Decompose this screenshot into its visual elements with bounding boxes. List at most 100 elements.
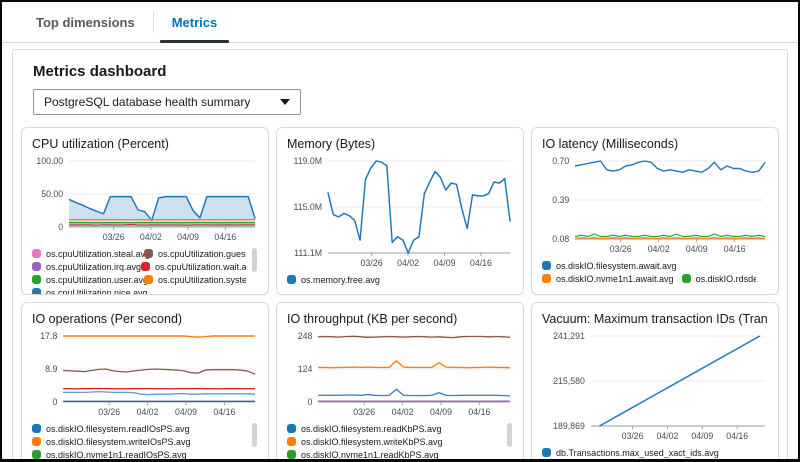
legend-item[interactable]: os.diskIO.filesystem.readKbPS.avg	[287, 424, 442, 434]
legend-color-chip	[287, 424, 296, 433]
svg-text:8.9: 8.9	[45, 364, 57, 374]
legend-item[interactable]: os.diskIO.filesystem.await.avg	[542, 261, 677, 271]
legend-row: os.diskIO.filesystem.readIOsPS.avg	[32, 422, 246, 435]
legend-item-label: os.diskIO.filesystem.readKbPS.avg	[301, 424, 442, 434]
chart-title: IO operations (Per second)	[32, 312, 258, 326]
chart-plot: 17.88.9003/2604/0204/0904/16	[32, 330, 258, 420]
svg-text:04/16: 04/16	[726, 431, 748, 441]
chart-title: IO latency (Milliseconds)	[542, 137, 768, 151]
legend-item-label: os.diskIO.nvme1n1.readIOsPS.avg	[46, 450, 187, 460]
svg-text:0.39: 0.39	[552, 195, 569, 205]
legend-item-label: os.diskIO.filesystem.writeKbPS.avg	[301, 437, 443, 447]
app-window: Top dimensions Metrics Metrics dashboard…	[0, 0, 800, 462]
chart-plot: 241,291215,580189,86903/2604/0204/0904/1…	[542, 330, 768, 444]
legend-row: os.diskIO.nvme1n1.readKbPS.avg	[287, 448, 501, 461]
svg-text:04/02: 04/02	[140, 232, 162, 242]
legend-item[interactable]: os.cpuUtilization.system.avg	[144, 275, 246, 285]
chart-card: IO operations (Per second)17.88.9003/260…	[21, 302, 269, 462]
svg-text:04/16: 04/16	[213, 407, 235, 417]
svg-text:17.8: 17.8	[40, 331, 57, 341]
legend-item-label: os.cpuUtilization.system.avg	[158, 275, 246, 285]
legend-item[interactable]: os.diskIO.filesystem.writeIOsPS.avg	[32, 437, 191, 447]
svg-text:189,869: 189,869	[553, 421, 585, 431]
dashboard-select[interactable]: PostgreSQL database health summary	[33, 89, 301, 115]
svg-text:04/16: 04/16	[724, 244, 746, 254]
legend-item[interactable]: db.Transactions.max_used_xact_ids.avg	[542, 448, 719, 458]
legend-item[interactable]: os.cpuUtilization.guest.avg	[144, 249, 246, 259]
svg-text:04/02: 04/02	[137, 407, 159, 417]
chart-card: Vacuum: Maximum transaction IDs (Transac…	[531, 302, 779, 462]
svg-text:04/02: 04/02	[392, 407, 414, 417]
svg-text:115.0M: 115.0M	[293, 202, 322, 212]
legend-item-label: os.cpuUtilization.irq.avg	[46, 262, 141, 272]
legend-row: os.cpuUtilization.irq.avgos.cpuUtilizati…	[32, 260, 246, 273]
legend-color-chip	[32, 288, 41, 295]
legend-row: os.diskIO.filesystem.await.avg	[542, 259, 756, 272]
svg-text:04/09: 04/09	[434, 258, 456, 268]
chart-legend: os.memory.free.avg	[287, 273, 513, 286]
tab-top-dimensions-label: Top dimensions	[36, 15, 135, 30]
legend-scrollbar[interactable]	[507, 423, 512, 447]
svg-text:04/09: 04/09	[430, 407, 452, 417]
svg-text:03/26: 03/26	[610, 244, 632, 254]
legend-item-label: os.cpuUtilization.nice.avg	[46, 288, 148, 296]
page-title: Metrics dashboard	[33, 63, 767, 80]
chart-legend: os.diskIO.filesystem.readIOsPS.avg os.dis…	[32, 422, 258, 462]
legend-item[interactable]: os.cpuUtilization.irq.avg	[32, 262, 141, 272]
legend-scrollbar[interactable]	[252, 248, 257, 272]
svg-text:04/02: 04/02	[656, 431, 678, 441]
legend-color-chip	[32, 262, 41, 271]
svg-text:04/16: 04/16	[470, 258, 492, 268]
legend-row: os.diskIO.filesystem.readKbPS.avg	[287, 422, 501, 435]
legend-row: os.diskIO.nvme1n1.readIOsPS.avg	[32, 448, 246, 461]
legend-row: os.cpuUtilization.user.avgos.cpuUtilizat…	[32, 273, 246, 286]
svg-text:119.0M: 119.0M	[293, 156, 322, 166]
legend-row: os.cpuUtilization.steal.avgos.cpuUtiliza…	[32, 247, 246, 260]
tab-metrics[interactable]: Metrics	[156, 2, 234, 42]
legend-item-label: os.memory.free.avg	[301, 275, 380, 285]
chart-card: IO throughput (KB per second)248124003/2…	[276, 302, 524, 462]
legend-item[interactable]: os.diskIO.nvme1n1.readKbPS.avg	[287, 450, 439, 460]
svg-text:04/09: 04/09	[175, 407, 197, 417]
metrics-dashboard-panel: Metrics dashboard PostgreSQL database he…	[12, 49, 788, 462]
chart-title: CPU utilization (Percent)	[32, 137, 258, 151]
svg-text:50.00: 50.00	[41, 189, 63, 199]
legend-item[interactable]: os.cpuUtilization.wait.avg	[141, 262, 246, 272]
svg-text:03/26: 03/26	[353, 407, 375, 417]
dashboard-header: Metrics dashboard	[13, 50, 787, 80]
chart-legend: os.cpuUtilization.steal.avgos.cpuUtiliza…	[32, 247, 258, 295]
legend-color-chip	[287, 437, 296, 446]
svg-text:0.70: 0.70	[552, 156, 569, 166]
legend-item-label: db.Transactions.max_used_xact_ids.avg	[556, 448, 719, 458]
legend-item-label: os.diskIO.nvme1n1.await.avg	[556, 274, 674, 284]
tab-divider	[153, 11, 154, 33]
dashboard-select-value: PostgreSQL database health summary	[44, 95, 272, 109]
legend-color-chip	[144, 249, 153, 258]
svg-text:04/09: 04/09	[686, 244, 708, 254]
chart-plot: 248124003/2604/0204/0904/16	[287, 330, 513, 420]
legend-color-chip	[542, 448, 551, 457]
legend-item[interactable]: os.cpuUtilization.user.avg	[32, 275, 144, 285]
legend-item[interactable]: os.diskIO.nvme1n1.readIOsPS.avg	[32, 450, 187, 460]
svg-text:04/02: 04/02	[648, 244, 670, 254]
legend-item[interactable]: os.diskIO.filesystem.readIOsPS.avg	[32, 424, 190, 434]
legend-item[interactable]: os.memory.free.avg	[287, 275, 380, 285]
svg-text:0: 0	[58, 222, 63, 232]
legend-item[interactable]: os.diskIO.filesystem.writeKbPS.avg	[287, 437, 443, 447]
chart-card: CPU utilization (Percent)100.0050.00003/…	[21, 127, 269, 295]
tab-top-dimensions[interactable]: Top dimensions	[20, 2, 151, 42]
legend-color-chip	[682, 274, 691, 283]
legend-scrollbar[interactable]	[252, 423, 257, 447]
legend-row: os.memory.free.avg	[287, 273, 501, 286]
svg-text:248: 248	[298, 331, 313, 341]
legend-item[interactable]: os.diskIO.rdsdev.await.avg	[682, 274, 756, 284]
legend-item[interactable]: os.cpuUtilization.steal.avg	[32, 249, 144, 259]
legend-color-chip	[144, 275, 153, 284]
legend-item-label: os.cpuUtilization.user.avg	[46, 275, 148, 285]
legend-item[interactable]: os.cpuUtilization.nice.avg	[32, 288, 148, 296]
legend-item-label: os.diskIO.nvme1n1.readKbPS.avg	[301, 450, 439, 460]
dropdown-caret-icon	[280, 99, 290, 105]
legend-item[interactable]: os.diskIO.nvme1n1.await.avg	[542, 274, 674, 284]
svg-text:111.1M: 111.1M	[294, 248, 322, 258]
legend-color-chip	[32, 437, 41, 446]
